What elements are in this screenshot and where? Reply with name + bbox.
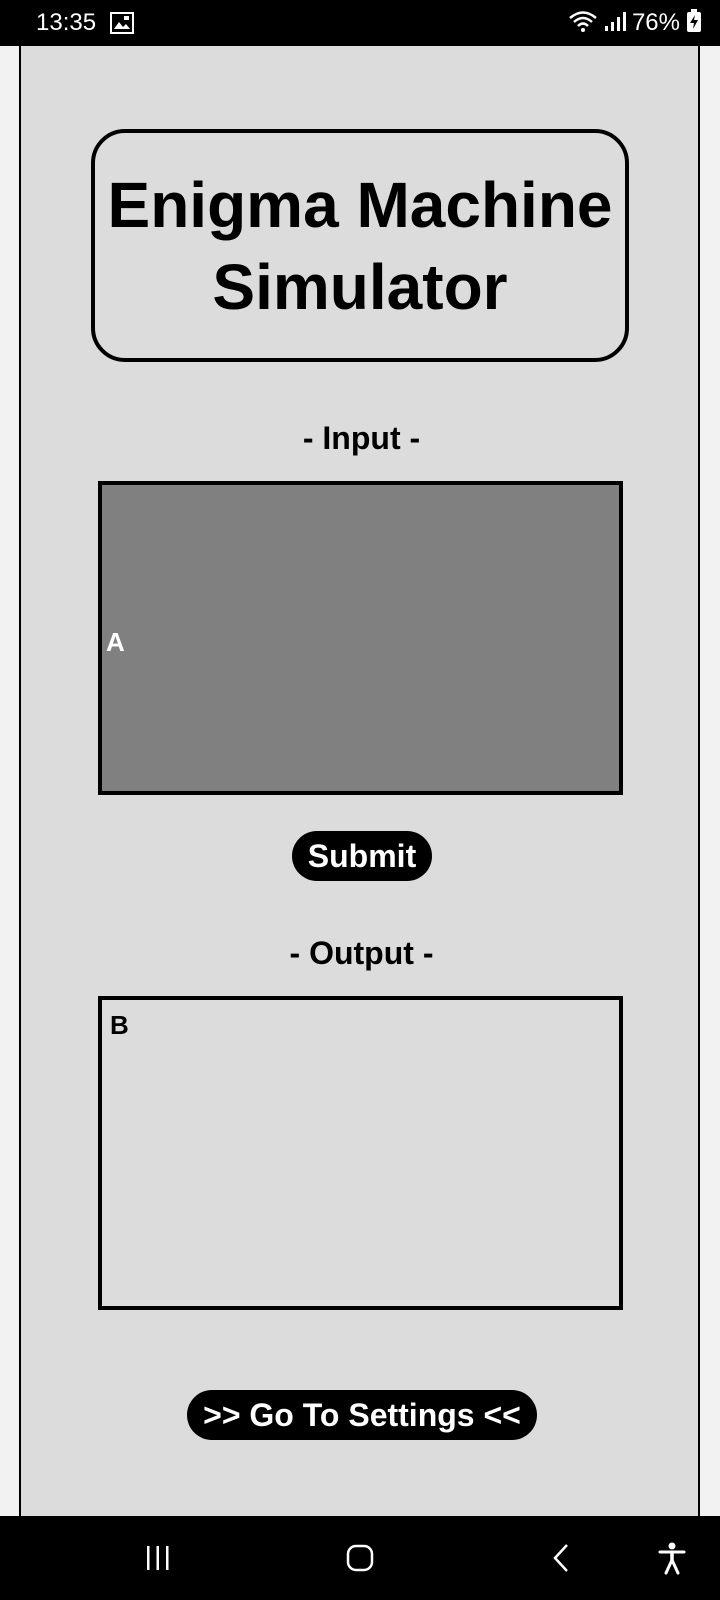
back-icon[interactable]: [540, 1536, 584, 1580]
status-time: 13:35: [36, 9, 97, 36]
app-panel: Enigma Machine Simulator - Input - A Sub…: [19, 46, 700, 1516]
go-to-settings-button[interactable]: >> Go To Settings <<: [187, 1390, 537, 1440]
battery-charging-icon: [686, 8, 702, 38]
navigation-bar: [0, 1516, 720, 1600]
title-box: Enigma Machine Simulator: [91, 129, 629, 362]
gallery-notification-icon: [110, 12, 134, 34]
status-bar: 13:35 76%: [0, 0, 720, 46]
submit-button[interactable]: Submit: [292, 831, 432, 881]
output-textarea[interactable]: B: [98, 996, 623, 1310]
status-indicators: 76%: [568, 8, 702, 38]
battery-percent: 76%: [631, 9, 680, 36]
recent-apps-icon[interactable]: [136, 1536, 180, 1580]
accessibility-icon[interactable]: [650, 1536, 694, 1580]
wifi-icon: [568, 9, 598, 38]
input-textarea[interactable]: A: [98, 481, 623, 795]
home-icon[interactable]: [338, 1536, 382, 1580]
output-label: - Output -: [289, 935, 434, 971]
signal-icon: [604, 10, 626, 37]
page-title: Enigma Machine Simulator: [107, 168, 613, 323]
input-label: - Input -: [302, 420, 421, 456]
